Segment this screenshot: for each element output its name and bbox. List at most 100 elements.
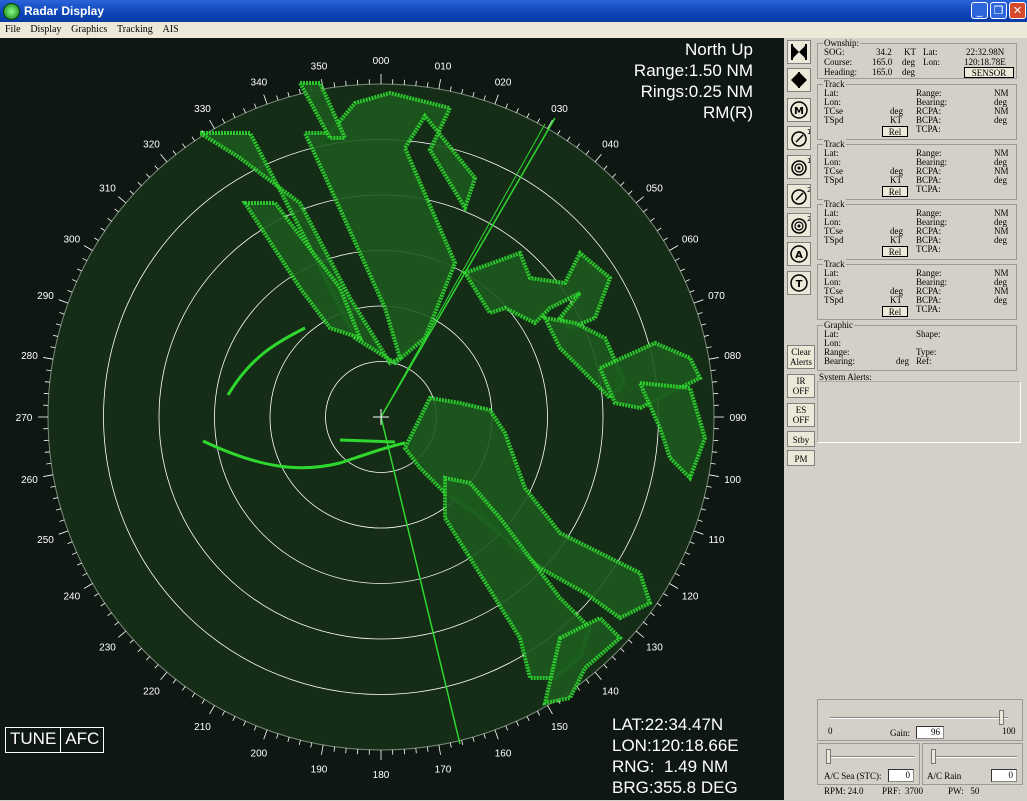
bearing-tick: [708, 474, 719, 477]
ac-rain-slider-thumb[interactable]: [931, 749, 936, 764]
bearing-label: 210: [194, 722, 211, 733]
sensor-button[interactable]: SENSOR: [964, 67, 1014, 78]
bearing-tick: [415, 80, 417, 86]
ac-sea-value-field[interactable]: 0: [888, 769, 914, 782]
bearing-tick: [449, 86, 452, 92]
ac-sea-slider-thumb[interactable]: [826, 749, 831, 764]
standby-button[interactable]: Stby: [787, 431, 815, 447]
zoom-in-button[interactable]: [787, 40, 811, 64]
track-panel-1: Track Lat: Lon: TCse TSpd deg KT Range: Bearing:…: [817, 79, 1017, 140]
gain-value-field[interactable]: 96: [916, 726, 944, 739]
menu-file[interactable]: File: [5, 22, 21, 38]
bearing-tick: [298, 740, 301, 746]
bearing-label: 030: [551, 104, 568, 115]
window-title: Radar Display: [24, 4, 105, 18]
maximize-button[interactable]: ❐: [990, 2, 1007, 19]
bearing-tick: [254, 725, 257, 731]
bearing-tick: [472, 91, 475, 98]
bearing-label: 140: [602, 686, 619, 697]
rings-readout: Rings:0.25 NM: [640, 82, 753, 101]
ac-sea-slider-track[interactable]: [826, 756, 914, 758]
close-button[interactable]: ✕: [1009, 2, 1026, 19]
ownship-panel: Ownship: SOG: 34.2 KT Course: 165.0 deg …: [817, 38, 1017, 79]
bearing-tick: [263, 729, 268, 740]
bearing-tick: [449, 742, 452, 748]
track-tspd-label: TSpd: [824, 295, 844, 305]
bearing-tick: [576, 143, 580, 148]
bearing-tick: [585, 679, 590, 684]
tune-button[interactable]: TUNE: [6, 728, 60, 752]
bearing-tick: [656, 602, 662, 607]
menu-display[interactable]: Display: [30, 22, 61, 38]
bearing-tick: [94, 237, 99, 241]
es-button[interactable]: ES OFF: [787, 403, 815, 427]
ring-2-button[interactable]: 2: [787, 213, 811, 237]
bearing-tick: [276, 733, 279, 739]
pm-button[interactable]: PM: [787, 450, 815, 466]
radar-scope[interactable]: 000 010 020 030 040 050 060 070 080 090 100 110 120 1…: [0, 38, 784, 800]
svg-text:1: 1: [807, 128, 810, 136]
afc-button[interactable]: AFC: [60, 728, 103, 752]
heading-unit: deg: [902, 67, 915, 77]
bearing-tick: [669, 583, 679, 589]
track-rel-button[interactable]: Rel: [882, 186, 908, 197]
vector-2-button[interactable]: 2: [787, 184, 811, 208]
bearing-tick: [685, 552, 690, 555]
sog-value: 34.2: [876, 47, 892, 57]
track-rel-button[interactable]: Rel: [882, 306, 908, 317]
bearing-tick: [635, 630, 645, 638]
menu-tracking[interactable]: Tracking: [117, 22, 153, 38]
bearing-tick: [603, 664, 608, 669]
marker-button[interactable]: M: [787, 98, 811, 122]
graphic-shape-label: Shape:: [916, 329, 941, 339]
radar-screen[interactable]: 000 010 020 030 040 050 060 070 080 090 100 110 120 1…: [0, 38, 784, 800]
track-tspd-unit: KT: [890, 295, 902, 305]
ac-rain-value-field[interactable]: 0: [991, 769, 1017, 782]
bearing-tick: [82, 257, 88, 262]
bearing-label: 200: [251, 748, 268, 759]
menu-ais[interactable]: AIS: [163, 22, 179, 38]
vector-1-button[interactable]: 1: [787, 126, 811, 150]
track-rel-button[interactable]: Rel: [882, 246, 908, 257]
ir-button[interactable]: IR OFF: [787, 374, 815, 398]
zoom-out-button[interactable]: [787, 68, 811, 92]
menu-graphics[interactable]: Graphics: [71, 22, 107, 38]
svg-text:M: M: [794, 106, 804, 117]
bearing-tick: [557, 130, 561, 135]
acquire-button[interactable]: A: [787, 242, 811, 266]
ring-1-button[interactable]: 1: [787, 155, 811, 179]
track-tspd-unit: KT: [890, 175, 902, 185]
bearing-tick: [663, 237, 668, 241]
ac-rain-slider-track[interactable]: [931, 756, 1017, 758]
bearing-tick: [46, 369, 52, 372]
bearing-tick: [129, 639, 134, 644]
cursor-lat: LAT:22:34.47N: [612, 715, 724, 734]
bearing-tick: [547, 705, 553, 715]
bearing-label: 080: [724, 351, 741, 362]
bearing-tick: [483, 733, 486, 739]
track-bcpa-unit: deg: [994, 175, 1007, 185]
heading-value: 165.0: [872, 67, 893, 77]
gain-slider-thumb[interactable]: [998, 710, 1004, 725]
track-button[interactable]: T: [787, 271, 811, 295]
track-panel-4: Track Lat: Lon: TCse TSpd deg KT Range: Bearing:…: [817, 259, 1017, 320]
bearing-tick: [82, 572, 88, 577]
prf-status: PRF: 3700: [882, 786, 924, 796]
bearing-tick: [67, 541, 73, 544]
track-rel-button[interactable]: Rel: [882, 126, 908, 137]
ac-rain-panel: A/C Rain 0: [922, 743, 1023, 785]
gain-slider-track[interactable]: [830, 717, 1008, 719]
heading-label: Heading:: [824, 67, 857, 77]
bearing-label: 170: [435, 765, 452, 776]
bearing-label: 040: [602, 140, 619, 151]
bearing-label: 230: [99, 642, 116, 653]
bearing-tick: [345, 748, 347, 754]
svg-text:1: 1: [807, 157, 810, 165]
bearing-tick: [585, 150, 590, 155]
clear-alerts-button[interactable]: Clear Alerts: [787, 345, 815, 369]
bearing-label: 240: [63, 592, 80, 603]
bearing-tick: [221, 710, 226, 716]
bearing-tick: [345, 80, 347, 86]
minimize-button[interactable]: _: [971, 2, 988, 19]
bearing-tick: [46, 462, 52, 465]
